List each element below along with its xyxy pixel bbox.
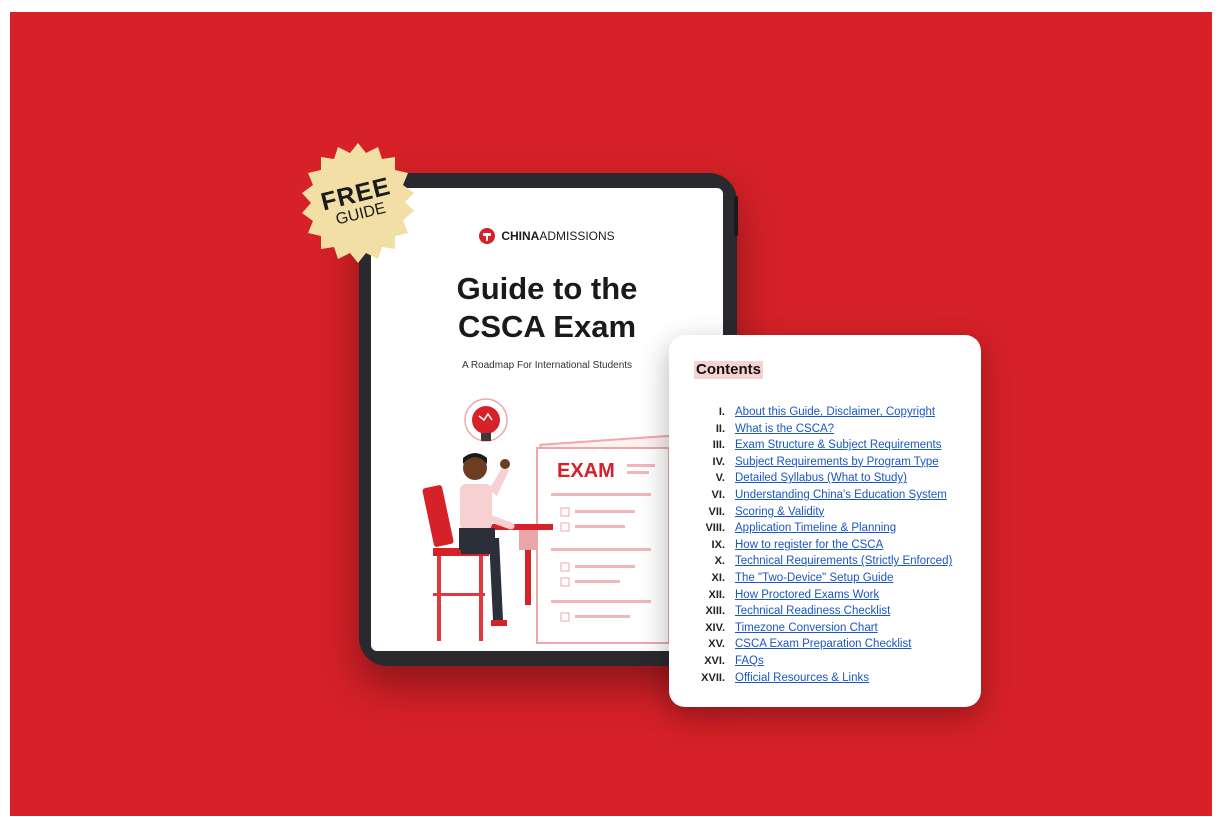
contents-item: IV. Subject Requirements by Program Type (687, 454, 977, 471)
contents-item-number: I. (718, 406, 725, 418)
contents-card: Contents I. About this Guide, Disclaimer,… (669, 335, 981, 707)
contents-item: I. About this Guide, Disclaimer, Copyrigh… (687, 404, 977, 421)
lightbulb-icon (464, 398, 508, 442)
contents-item: IX. How to register for the CSCA (687, 537, 977, 554)
contents-item: XII. How Proctored Exams Work (687, 587, 977, 604)
contents-list: I. About this Guide, Disclaimer, Copyrigh… (687, 404, 977, 686)
contents-item-link[interactable]: Official Resources & Links (735, 670, 869, 687)
contents-item: VIII. Application Timeline & Planning (687, 520, 977, 537)
contents-item-number: XII. (708, 588, 725, 601)
contents-item-number: XV. (708, 638, 725, 651)
contents-item-link[interactable]: CSCA Exam Preparation Checklist (735, 636, 911, 653)
contents-item-link[interactable]: How to register for the CSCA (735, 537, 883, 554)
contents-item-number: III. (712, 439, 725, 452)
contents-item: XVII. Official Resources & Links (687, 670, 977, 687)
contents-item-number: VIII. (705, 522, 725, 535)
contents-item: XIV. Timezone Conversion Chart (687, 620, 977, 637)
contents-item-link[interactable]: Technical Readiness Checklist (735, 603, 890, 620)
exam-sheet-label: EXAM (557, 460, 615, 482)
brand-name-strong: CHINA (501, 229, 540, 243)
contents-item-link[interactable]: Technical Requirements (Strictly Enforce… (735, 553, 952, 570)
contents-item: XIII. Technical Readiness Checklist (687, 603, 977, 620)
contents-item-number: IX. (711, 538, 725, 551)
contents-item: XV. CSCA Exam Preparation Checklist (687, 636, 977, 653)
contents-item-link[interactable]: Application Timeline & Planning (735, 520, 896, 537)
contents-item: III. Exam Structure & Subject Requirement… (687, 437, 977, 454)
contents-item: II. What is the CSCA? (687, 421, 977, 438)
contents-item: XVI. FAQs (687, 653, 977, 670)
china-admissions-logo-icon (479, 228, 496, 244)
contents-item-link[interactable]: About this Guide, Disclaimer, Copyright (735, 404, 935, 421)
contents-item-link[interactable]: Detailed Syllabus (What to Study) (735, 470, 907, 487)
brand-name-rest: ADMISSIONS (539, 229, 615, 243)
contents-item-link[interactable]: Exam Structure & Subject Requirements (735, 437, 941, 454)
contents-item-number: V. (715, 472, 725, 485)
contents-item-number: VII. (708, 505, 725, 518)
contents-item-link[interactable]: Timezone Conversion Chart (735, 620, 878, 637)
tablet-side-button (734, 196, 738, 236)
contents-item: V. Detailed Syllabus (What to Study) (687, 470, 977, 487)
contents-item-number: X. (714, 555, 725, 568)
contents-item: VII. Scoring & Validity (687, 504, 977, 521)
contents-item-link[interactable]: FAQs (735, 653, 764, 670)
contents-item-link[interactable]: Subject Requirements by Program Type (735, 454, 939, 471)
contents-item-number: IV. (712, 455, 725, 468)
contents-item-link[interactable]: Understanding China's Education System (735, 487, 947, 504)
contents-item-number: XI. (711, 571, 725, 584)
contents-item-link[interactable]: What is the CSCA? (735, 421, 834, 438)
contents-item-number: XVII. (701, 671, 725, 684)
cover-title-line-1: Guide to the (456, 271, 638, 306)
exam-sheet-graphic: EXAM (536, 434, 687, 644)
cover-title-line-2: CSCA Exam (457, 309, 637, 344)
contents-item-link[interactable]: Scoring & Validity (735, 504, 824, 521)
student-figure (459, 453, 515, 626)
contents-item-number: XIII. (705, 605, 725, 618)
contents-item-number: VI. (711, 488, 725, 501)
contents-item-number: XVI. (704, 654, 725, 667)
contents-item-number: XIV. (705, 621, 725, 634)
contents-item-link[interactable]: The "Two-Device" Setup Guide (735, 570, 893, 587)
cover-title: Guide to the CSCA Exam (371, 270, 723, 346)
contents-item: X. Technical Requirements (Strictly Enfor… (687, 553, 977, 570)
contents-item: VI. Understanding China's Education Syste… (687, 487, 977, 504)
contents-item-number: II. (715, 422, 725, 435)
contents-item-link[interactable]: How Proctored Exams Work (735, 587, 879, 604)
contents-item: XI. The "Two-Device" Setup Guide (687, 570, 977, 587)
contents-heading: Contents (694, 361, 763, 379)
